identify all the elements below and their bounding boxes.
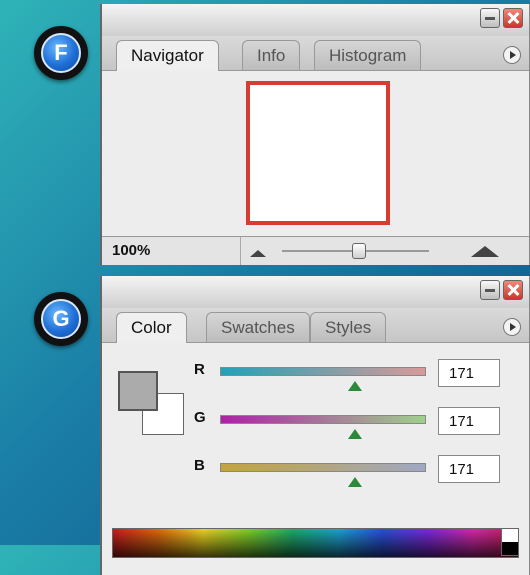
color-titlebar[interactable] (102, 276, 529, 308)
channel-b-arrow-icon[interactable] (348, 477, 362, 487)
navigator-body (102, 71, 529, 236)
close-icon[interactable] (503, 8, 523, 28)
label-badge-f: F (34, 26, 88, 80)
channel-g-value[interactable]: 171 (438, 407, 500, 435)
minimize-icon[interactable] (480, 280, 500, 300)
channel-g-slider[interactable] (220, 415, 426, 424)
zoom-in-icon[interactable] (471, 246, 499, 257)
navigator-panel: Navigator Info Histogram 100% (100, 4, 530, 265)
tab-color[interactable]: Color (116, 312, 187, 343)
navigator-tabstrip: Navigator Info Histogram (102, 36, 529, 71)
panel-menu-icon[interactable] (503, 318, 521, 336)
tab-swatches[interactable]: Swatches (206, 312, 310, 342)
tab-navigator[interactable]: Navigator (116, 40, 219, 71)
color-spectrum-ramp[interactable] (112, 528, 519, 558)
navigator-preview[interactable] (246, 81, 390, 225)
color-tabstrip: Color Swatches Styles (102, 308, 529, 343)
channel-g-label: G (194, 409, 206, 426)
zoom-value[interactable]: 100% (112, 242, 150, 259)
minimize-icon[interactable] (480, 8, 500, 28)
channel-r-value[interactable]: 171 (438, 359, 500, 387)
tab-histogram[interactable]: Histogram (314, 40, 422, 70)
panel-menu-icon[interactable] (503, 46, 521, 64)
channel-b-value[interactable]: 171 (438, 455, 500, 483)
color-body: R 171 G 171 B 171 (102, 343, 529, 575)
label-badge-g: G (34, 292, 88, 346)
zoom-slider-thumb[interactable] (352, 243, 366, 259)
zoom-bar: 100% (102, 236, 529, 265)
color-panel: Color Swatches Styles R 171 G 171 B 171 (100, 276, 530, 575)
foreground-color-swatch[interactable] (118, 371, 158, 411)
close-icon[interactable] (503, 280, 523, 300)
tab-styles[interactable]: Styles (310, 312, 387, 342)
black-white-swatch[interactable] (501, 528, 519, 556)
channel-r-label: R (194, 361, 205, 378)
tab-info[interactable]: Info (242, 40, 301, 70)
channel-r-slider[interactable] (220, 367, 426, 376)
label-badge-g-letter: G (41, 299, 81, 339)
zoom-out-icon[interactable] (250, 250, 266, 257)
navigator-titlebar[interactable] (102, 4, 529, 36)
label-badge-f-letter: F (41, 33, 81, 73)
channel-g-arrow-icon[interactable] (348, 429, 362, 439)
zoom-separator (240, 237, 241, 265)
channel-b-slider[interactable] (220, 463, 426, 472)
channel-r-arrow-icon[interactable] (348, 381, 362, 391)
channel-b-label: B (194, 457, 205, 474)
